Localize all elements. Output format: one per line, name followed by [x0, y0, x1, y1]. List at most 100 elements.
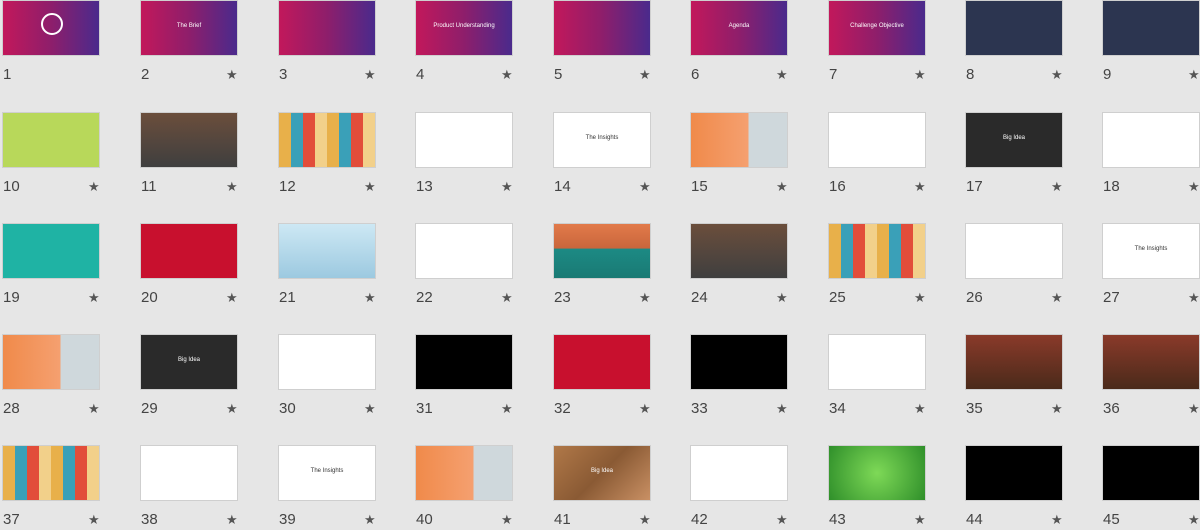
- slide-number: 40: [416, 511, 433, 528]
- slide-thumbnail-image[interactable]: The Insights: [278, 445, 376, 501]
- slide-thumbnail-image[interactable]: [690, 334, 788, 390]
- slide-thumbnail-image[interactable]: [2, 445, 100, 501]
- slide-thumbnail-item[interactable]: 13 ★: [413, 112, 513, 195]
- slide-thumbnail-image[interactable]: [965, 223, 1063, 279]
- slide-thumbnail-item[interactable]: 26 ★: [963, 223, 1063, 306]
- slide-thumbnail-item[interactable]: 9 ★: [1100, 0, 1200, 83]
- slide-thumbnail-image[interactable]: [140, 223, 238, 279]
- slide-thumbnail-image[interactable]: [1102, 112, 1200, 168]
- slide-thumbnail-item[interactable]: 3 ★: [276, 0, 376, 83]
- slide-thumbnail-image[interactable]: [828, 445, 926, 501]
- slide-thumbnail-image[interactable]: [828, 334, 926, 390]
- slide-thumbnail-image[interactable]: Big Idea: [965, 112, 1063, 168]
- slide-thumbnail-item[interactable]: The Insights 39 ★: [276, 445, 376, 528]
- slide-thumbnail-image[interactable]: [828, 112, 926, 168]
- slide-thumbnail-item[interactable]: 8 ★: [963, 0, 1063, 83]
- slide-thumbnail-item[interactable]: 15 ★: [688, 112, 788, 195]
- slide-thumbnail-item[interactable]: 18 ★: [1100, 112, 1200, 195]
- slide-thumbnail-item[interactable]: Big Idea 41 ★: [551, 445, 651, 528]
- slide-thumbnail-item[interactable]: Big Idea 17 ★: [963, 112, 1063, 195]
- slide-thumbnail-image[interactable]: [1102, 0, 1200, 56]
- slide-thumbnail-image[interactable]: [278, 112, 376, 168]
- slide-thumbnail-image[interactable]: [690, 445, 788, 501]
- slide-number: 20: [141, 289, 158, 306]
- slide-number: 43: [829, 511, 846, 528]
- slide-thumbnail-image[interactable]: [2, 0, 100, 56]
- slide-thumbnail-item[interactable]: 5 ★: [551, 0, 651, 83]
- slide-thumbnail-image[interactable]: The Insights: [553, 112, 651, 168]
- slide-thumbnail-image[interactable]: [965, 334, 1063, 390]
- slide-thumbnail-image[interactable]: [2, 334, 100, 390]
- slide-thumbnail-image[interactable]: [2, 223, 100, 279]
- slide-thumbnail-item[interactable]: Challenge Objective 7 ★: [826, 0, 926, 83]
- slide-thumbnail-item[interactable]: 11 ★: [138, 112, 238, 195]
- slide-thumbnail-item[interactable]: Product Understanding 4 ★: [413, 0, 513, 83]
- slide-thumbnail-item[interactable]: 40 ★: [413, 445, 513, 528]
- slide-thumbnail-item[interactable]: 42 ★: [688, 445, 788, 528]
- slide-number: 30: [279, 400, 296, 417]
- slide-thumbnail-item[interactable]: 43 ★: [826, 445, 926, 528]
- slide-thumbnail-item[interactable]: 12 ★: [276, 112, 376, 195]
- slide-thumbnail-image[interactable]: [415, 223, 513, 279]
- animation-star-icon: ★: [501, 512, 513, 527]
- slide-thumbnail-item[interactable]: 34 ★: [826, 334, 926, 417]
- slide-thumbnail-image[interactable]: [2, 112, 100, 168]
- slide-thumbnail-item[interactable]: 45 ★: [1100, 445, 1200, 528]
- slide-thumbnail-image[interactable]: Agenda: [690, 0, 788, 56]
- slide-thumbnail-image[interactable]: Challenge Objective: [828, 0, 926, 56]
- slide-thumbnail-image[interactable]: [553, 0, 651, 56]
- slide-thumbnail-item[interactable]: 19 ★: [0, 223, 100, 306]
- slide-thumbnail-item[interactable]: 16 ★: [826, 112, 926, 195]
- slide-thumbnail-item[interactable]: 32 ★: [551, 334, 651, 417]
- slide-thumbnail-image[interactable]: [1102, 334, 1200, 390]
- slide-thumbnail-image[interactable]: [828, 223, 926, 279]
- slide-thumbnail-item[interactable]: The Insights 27 ★: [1100, 223, 1200, 306]
- slide-thumbnail-image[interactable]: [965, 445, 1063, 501]
- slide-thumbnail-item[interactable]: 1: [0, 0, 100, 83]
- slide-thumbnail-image[interactable]: [415, 334, 513, 390]
- slide-thumbnail-image[interactable]: [140, 445, 238, 501]
- slide-thumbnail-item[interactable]: 22 ★: [413, 223, 513, 306]
- slide-thumbnail-item[interactable]: 30 ★: [276, 334, 376, 417]
- animation-star-icon: ★: [88, 290, 100, 305]
- slide-thumbnail-image[interactable]: [1102, 445, 1200, 501]
- slide-thumbnail-image[interactable]: Product Understanding: [415, 0, 513, 56]
- slide-thumbnail-item[interactable]: Agenda 6 ★: [688, 0, 788, 83]
- slide-thumbnail-image[interactable]: Big Idea: [140, 334, 238, 390]
- slide-thumbnail-image[interactable]: [690, 223, 788, 279]
- slide-thumbnail-image[interactable]: [278, 334, 376, 390]
- slide-thumbnail-image[interactable]: [140, 112, 238, 168]
- slide-thumbnail-item[interactable]: 35 ★: [963, 334, 1063, 417]
- slide-thumbnail-item[interactable]: The Insights 14 ★: [551, 112, 651, 195]
- slide-thumbnail-item[interactable]: 24 ★: [688, 223, 788, 306]
- slide-thumbnail-item[interactable]: 44 ★: [963, 445, 1063, 528]
- slide-thumbnail-item[interactable]: 23 ★: [551, 223, 651, 306]
- slide-thumbnail-image[interactable]: The Brief: [140, 0, 238, 56]
- animation-star-icon: ★: [1188, 67, 1200, 82]
- slide-thumbnail-image[interactable]: [690, 112, 788, 168]
- slide-thumbnail-item[interactable]: 10 ★: [0, 112, 100, 195]
- slide-thumbnail-item[interactable]: The Brief 2 ★: [138, 0, 238, 83]
- slide-thumbnail-image[interactable]: The Insights: [1102, 223, 1200, 279]
- slide-thumbnail-image[interactable]: [553, 334, 651, 390]
- slide-thumbnail-image[interactable]: [553, 223, 651, 279]
- animation-star-icon: ★: [914, 179, 926, 194]
- slide-thumbnail-image[interactable]: [278, 0, 376, 56]
- slide-title-text: Challenge Objective: [850, 23, 904, 29]
- slide-thumbnail-image[interactable]: [415, 112, 513, 168]
- slide-thumbnail-item[interactable]: 38 ★: [138, 445, 238, 528]
- slide-thumbnail-item[interactable]: 36 ★: [1100, 334, 1200, 417]
- slide-thumbnail-item[interactable]: 33 ★: [688, 334, 788, 417]
- slide-thumbnail-image[interactable]: [415, 445, 513, 501]
- slide-thumbnail-image[interactable]: Big Idea: [553, 445, 651, 501]
- slide-thumbnail-item[interactable]: 28 ★: [0, 334, 100, 417]
- slide-thumbnail-image[interactable]: [965, 0, 1063, 56]
- slide-thumbnail-image[interactable]: [278, 223, 376, 279]
- slide-thumbnail-item[interactable]: 31 ★: [413, 334, 513, 417]
- slide-thumbnail-item[interactable]: 25 ★: [826, 223, 926, 306]
- slide-thumbnail-item[interactable]: 20 ★: [138, 223, 238, 306]
- slide-thumbnail-item[interactable]: 37 ★: [0, 445, 100, 528]
- slide-thumbnail-item[interactable]: 21 ★: [276, 223, 376, 306]
- animation-star-icon: ★: [364, 512, 376, 527]
- slide-thumbnail-item[interactable]: Big Idea 29 ★: [138, 334, 238, 417]
